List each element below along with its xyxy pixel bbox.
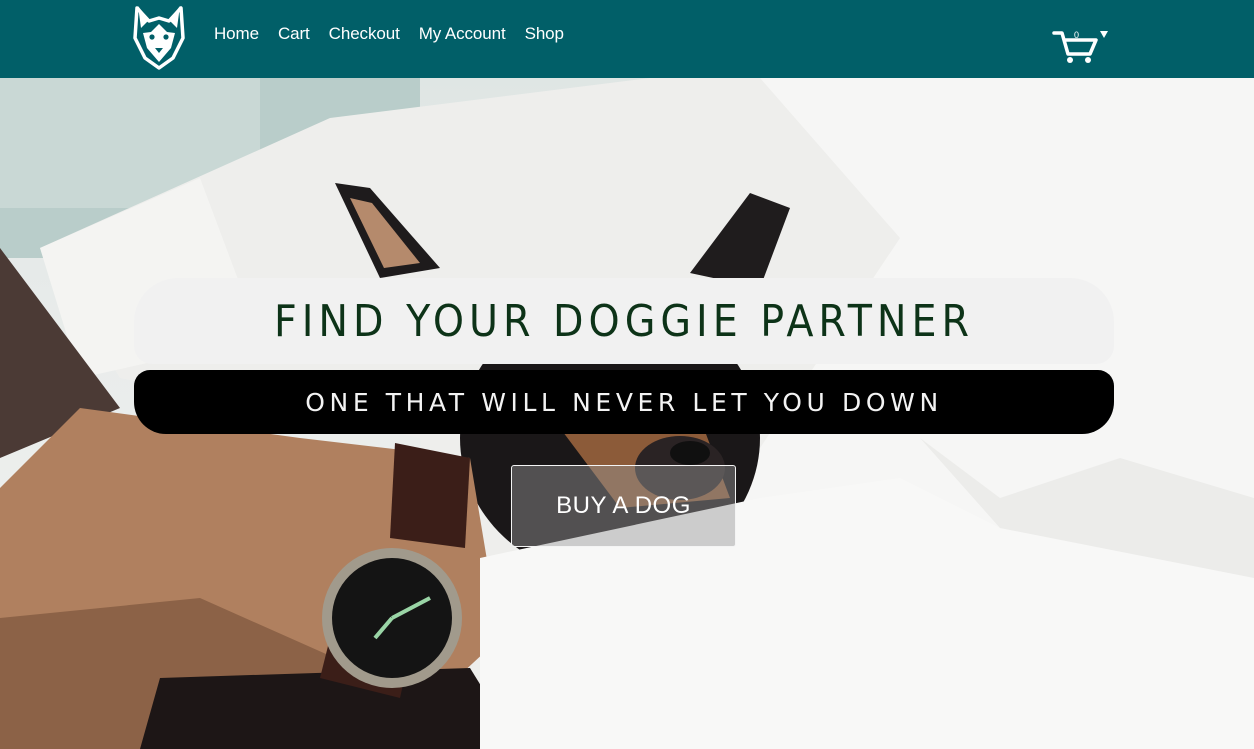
hero-section: FIND YOUR DOGGIE PARTNER ONE THAT WILL N… — [0, 78, 1254, 749]
hero-headline: FIND YOUR DOGGIE PARTNER — [273, 295, 974, 347]
subheadline-banner: ONE THAT WILL NEVER LET YOU DOWN — [134, 370, 1114, 434]
site-header: Home Cart Checkout My Account Shop 0 — [0, 0, 1254, 78]
cart-button[interactable]: 0 — [1052, 28, 1112, 64]
nav-shop[interactable]: Shop — [525, 24, 564, 44]
headline-banner: FIND YOUR DOGGIE PARTNER — [134, 278, 1114, 364]
nav-my-account[interactable]: My Account — [419, 24, 506, 44]
buy-a-dog-button[interactable]: BUY A DOG — [511, 465, 736, 547]
main-nav: Home Cart Checkout My Account Shop — [214, 24, 583, 44]
cart-count-badge: 0 — [1074, 30, 1080, 40]
hero-subheadline: ONE THAT WILL NEVER LET YOU DOWN — [305, 387, 943, 417]
husky-logo-icon[interactable] — [133, 2, 185, 70]
nav-home[interactable]: Home — [214, 24, 259, 44]
chevron-down-icon[interactable] — [1100, 31, 1108, 38]
nav-checkout[interactable]: Checkout — [329, 24, 400, 44]
nav-cart[interactable]: Cart — [278, 24, 310, 44]
